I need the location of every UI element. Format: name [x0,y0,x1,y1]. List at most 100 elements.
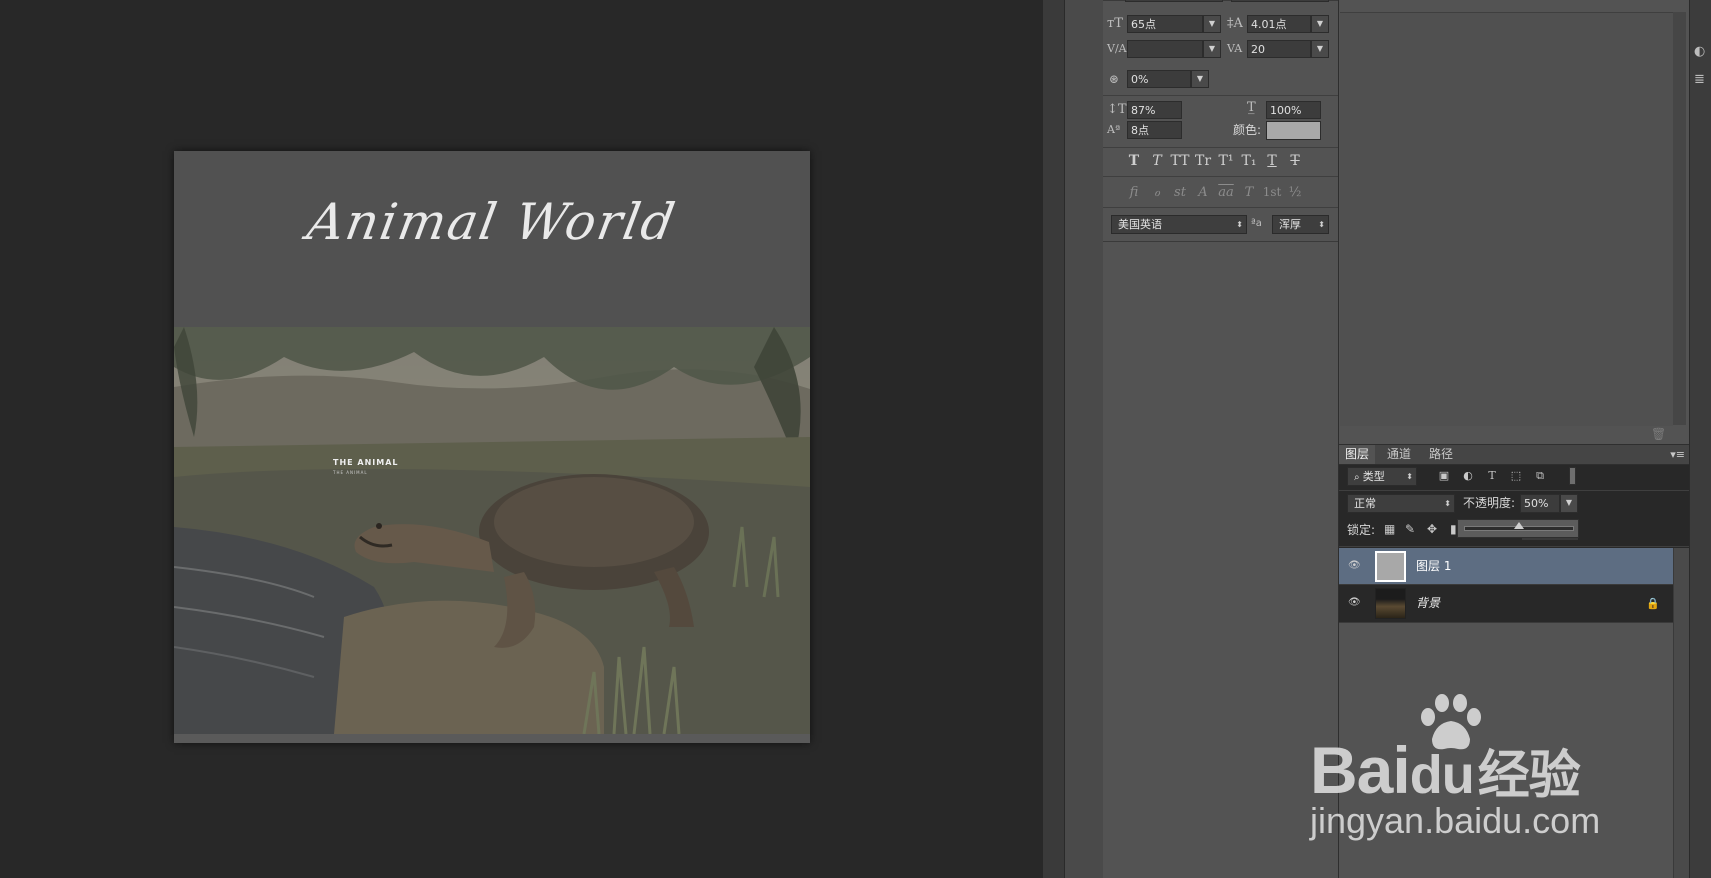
baidu-watermark-text: Baidu经验 [1310,732,1581,808]
filter-type-icon[interactable]: T [1484,469,1500,482]
opacity-slider-popup[interactable] [1457,519,1579,538]
font-size-dropdown[interactable]: ▼ [1203,15,1221,33]
divider [1103,95,1338,96]
opacity-slider-thumb[interactable] [1514,522,1524,529]
tab-layers[interactable]: 图层 [1339,445,1376,464]
leading-dropdown[interactable]: ▼ [1311,15,1329,33]
strikethrough-button[interactable]: T [1284,153,1306,169]
panel-gutter [1043,0,1064,878]
tab-channels[interactable]: 通道 [1381,445,1417,464]
visibility-eye-icon[interactable]: 👁 [1348,560,1361,572]
tsume-field[interactable]: 0% [1127,70,1191,88]
lock-label: 锁定: [1347,523,1376,537]
kerning-field[interactable] [1127,40,1203,58]
layers-tab-bar: 图层 通道 路径 ▾≡ [1339,445,1689,465]
layers-scrollbar[interactable] [1673,548,1689,878]
watermark-brand: Bai [1310,733,1411,807]
photo-subheading: THE ANIMAL [333,470,368,475]
visibility-eye-icon[interactable]: 👁 [1348,597,1361,609]
document-bottom-band [174,734,810,743]
turtle-photo: THE ANIMAL THE ANIMAL [174,327,810,734]
layer-lock-icon: 🔒 [1646,597,1660,610]
fractions-button[interactable]: ½ [1284,185,1306,200]
all-caps-button[interactable]: TT [1169,153,1191,169]
small-caps-button[interactable]: Tr [1192,153,1214,169]
color-label: 颜色: [1233,123,1262,137]
trash-icon[interactable]: 🗑 [1651,427,1666,441]
divider [1103,176,1338,177]
horizontal-scale-icon: T̲ [1247,100,1256,115]
collapsed-panel-dock[interactable] [1064,0,1104,878]
search-icon: ⌕ [1354,472,1363,483]
canvas-area[interactable]: Animal World THE ANIMAL THE ANIMAL [0,0,1043,878]
filter-toggle-switch[interactable] [1569,467,1576,485]
ornaments-button[interactable]: T [1238,185,1260,200]
superscript-button[interactable]: T¹ [1215,153,1237,169]
kerning-icon: V/A [1107,42,1127,55]
tracking-icon: VA [1227,42,1243,55]
layer-filter-select[interactable]: ⌕ 类型 ⬍ [1347,467,1417,486]
leading-field[interactable]: 4.01点 [1247,15,1311,33]
antialias-select[interactable]: 浑厚 ⬍ [1272,215,1329,234]
filter-shape-icon[interactable]: ⬚ [1508,469,1524,482]
opacity-field[interactable]: 50% [1520,494,1560,513]
text-color-swatch[interactable] [1266,121,1321,140]
faux-bold-button[interactable]: T [1123,153,1145,169]
panel-menu-icon[interactable]: ▾≡ [1670,445,1685,464]
baseline-shift-icon: Aª [1107,123,1121,136]
updown-arrow-icon: ⬍ [1318,220,1325,229]
right-icon-dock: ◐ ≣ [1689,0,1711,878]
layer-row-background[interactable]: 👁 背景 🔒 [1339,585,1673,623]
tab-paths[interactable]: 路径 [1423,445,1459,464]
upper-panel-content [1340,12,1673,426]
font-size-field[interactable]: 65点 [1127,15,1203,33]
filter-kind-value: 类型 [1362,470,1385,483]
baseline-shift-field[interactable]: 8点 [1127,121,1182,139]
updown-arrow-icon: ⬍ [1236,220,1243,229]
kerning-dropdown[interactable]: ▼ [1203,40,1221,58]
filter-pixel-icon[interactable]: ▣ [1436,469,1452,482]
layer-row-layer-1[interactable]: 👁 图层 1 [1339,548,1673,585]
tsume-dropdown[interactable]: ▼ [1191,70,1209,88]
antialias-icon: ªa [1251,218,1262,229]
discretionary-ligatures-button[interactable]: ℴ [1146,185,1168,200]
opacity-dropdown-button[interactable]: ▼ [1560,494,1578,513]
tsume-icon: ⊛ [1109,72,1120,86]
lock-all-icon[interactable]: ▮ [1450,522,1457,536]
watermark-brand-cn: 经验 [1477,747,1581,805]
underline-button[interactable]: T [1261,153,1283,169]
lock-transparent-pixels-icon[interactable]: ▦ [1384,522,1395,536]
horizontal-scale-field[interactable]: 100% [1266,101,1321,119]
font-family-field-edge[interactable] [1125,0,1223,2]
stylistic-alternates-button[interactable]: st [1169,185,1191,200]
layer-name[interactable]: 背景 [1416,585,1440,622]
turtle-illustration [174,327,810,734]
divider [1339,546,1689,547]
vertical-scale-icon: ↕T [1107,102,1127,117]
faux-italic-button[interactable]: T [1146,153,1168,169]
ordinals-button[interactable]: 1st [1261,185,1283,199]
document[interactable]: Animal World THE ANIMAL THE ANIMAL [174,151,810,743]
swash-button[interactable]: A [1192,185,1214,200]
divider [1339,490,1689,491]
blend-mode-select[interactable]: 正常 ⬍ [1347,494,1455,513]
filter-smart-object-icon[interactable]: ⧉ [1532,469,1548,483]
filter-adjustment-icon[interactable]: ◐ [1460,469,1476,482]
tracking-field[interactable]: 20 [1247,40,1311,58]
layer-name[interactable]: 图层 1 [1416,548,1451,585]
adjustments-icon[interactable]: ◐ [1694,44,1705,59]
lock-image-pixels-brush-icon[interactable]: ✎ [1405,522,1415,536]
vertical-scale-field[interactable]: 87% [1127,101,1182,119]
updown-arrow-icon: ⬍ [1406,472,1413,481]
upper-panel-scrollbar[interactable] [1673,12,1686,425]
tracking-dropdown[interactable]: ▼ [1311,40,1329,58]
properties-icon[interactable]: ≣ [1694,72,1705,87]
opacity-label: 不透明度: [1463,496,1516,510]
lock-position-move-icon[interactable]: ✥ [1427,522,1437,536]
titling-alternates-button[interactable]: aa [1215,185,1237,200]
antialias-value: 浑厚 [1279,218,1301,231]
language-select[interactable]: 美国英语 ⬍ [1111,215,1247,234]
font-style-field-edge[interactable] [1231,0,1329,2]
ligatures-button[interactable]: fi [1123,185,1145,200]
subscript-button[interactable]: T₁ [1238,153,1260,169]
